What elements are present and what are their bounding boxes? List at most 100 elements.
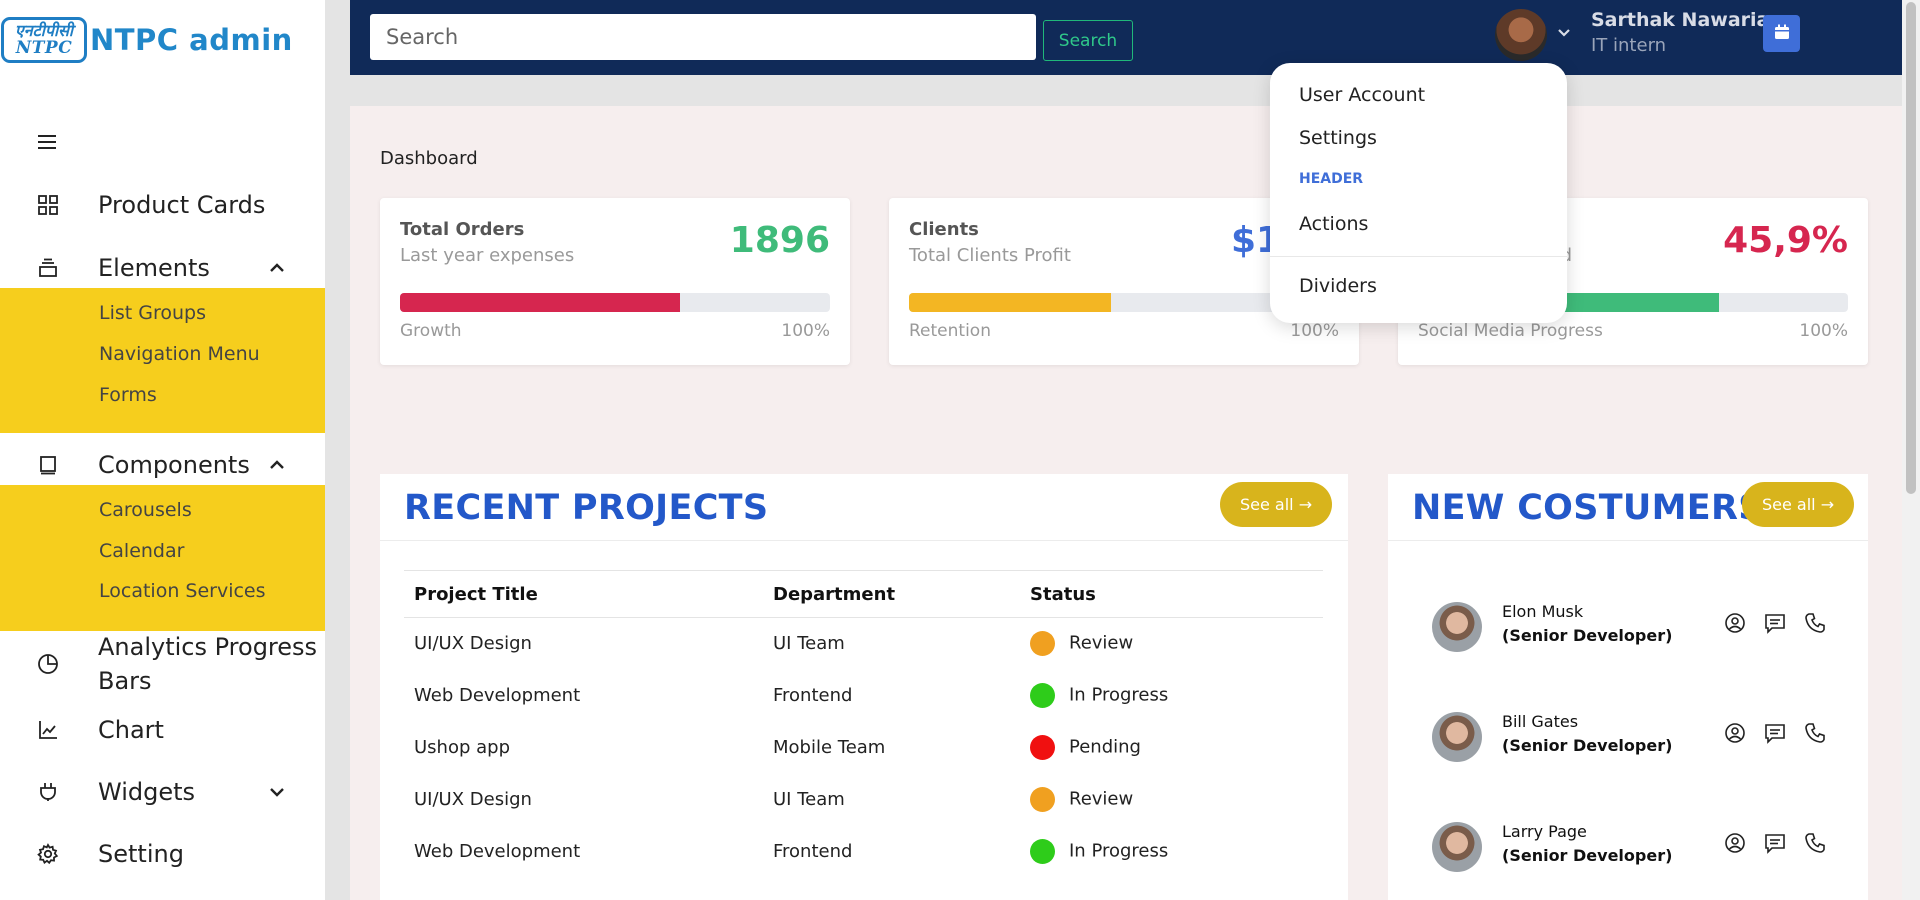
table-row[interactable]: Ushop app Mobile Team Pending [404,722,1323,774]
project-status: Review [1020,618,1323,670]
message-icon[interactable] [1764,612,1788,636]
progress-label: Growth [400,321,462,341]
sidebar-item-label: Chart [98,716,164,744]
sidebar-item-widgets[interactable]: Widgets [0,774,325,810]
stat-subtitle: Last year expenses [400,245,575,266]
submenu-item-navigation-menu[interactable]: Navigation Menu [99,343,260,365]
submenu-item-location-services[interactable]: Location Services [99,580,266,602]
brand[interactable]: एनटीपीसी NTPC NTPC admin [1,17,293,63]
avatar[interactable] [1495,9,1547,61]
sidebar-item-label: Elements [98,254,210,282]
project-status: In Progress [1020,826,1323,878]
stat-value: 1896 [729,220,830,261]
top-header: Search Sarthak Nawaria IT intern [350,0,1902,75]
sidebar-item-analytics-progress-bars[interactable]: Analytics Progress Bars [0,630,325,698]
plug-icon [35,779,61,805]
user-circle-icon[interactable] [1724,722,1748,746]
book-icon [35,452,61,478]
ntpc-logo: एनटीपीसी NTPC [1,17,87,63]
project-status: In Progress [1020,670,1323,722]
sidebar-item-elements[interactable]: Elements [0,250,325,286]
page-scrollbar[interactable] [1902,0,1920,900]
stat-title: Clients [909,219,979,240]
column-header: Status [1020,570,1323,618]
stat-subtitle: Total Clients Profit [909,245,1071,266]
status-label: In Progress [1069,840,1169,862]
sidebar-item-label: Widgets [98,778,196,806]
chevron-down-icon[interactable] [1556,24,1572,40]
submenu-item-list-groups[interactable]: List Groups [99,302,206,324]
project-department: Mobile Team [773,737,886,758]
menu-item-settings[interactable]: Settings [1299,127,1377,149]
submenu-item-carousels[interactable]: Carousels [99,499,192,521]
see-all-projects-button[interactable]: See all → [1220,482,1333,527]
progress-max: 100% [1799,321,1848,341]
new-customers-panel: NEW COSTUMERS See all → Elon Musk (Senio… [1388,474,1868,900]
table-row[interactable]: UI/UX Design UI Team Review [404,774,1323,826]
submenu-item-calendar[interactable]: Calendar [99,540,184,562]
customer-item: Bill Gates (Senior Developer) [1432,702,1852,762]
progress-max: 100% [781,321,830,341]
project-status: Review [1020,774,1323,826]
chevron-up-icon [266,257,288,279]
project-title: Web Development [414,841,581,862]
phone-icon[interactable] [1804,722,1828,746]
status-dot [1030,735,1055,760]
see-all-customers-button[interactable]: See all → [1742,482,1855,527]
chevron-down-icon [266,781,288,803]
customer-item: Larry Page (Senior Developer) [1432,812,1852,872]
status-dot [1030,839,1055,864]
menu-item-dividers[interactable]: Dividers [1299,275,1377,297]
status-label: Review [1069,788,1134,810]
divider [1388,540,1868,541]
status-label: In Progress [1069,684,1169,706]
progress-fill [400,293,680,312]
user-circle-icon[interactable] [1724,832,1748,856]
user-role: IT intern [1591,35,1667,56]
progress-label: Retention [909,321,991,341]
sidebar-item-label: Analytics Progress Bars [98,633,318,695]
sidebar-item-label: Components [98,451,250,479]
status-label: Pending [1069,736,1141,758]
status-dot [1030,683,1055,708]
sidebar-item-product-cards[interactable]: Product Cards [0,187,325,223]
user-circle-icon[interactable] [1724,612,1748,636]
menu-item-actions[interactable]: Actions [1299,213,1368,235]
layers-icon [35,255,61,281]
stat-value: 45,9% [1723,220,1848,261]
search-input[interactable] [370,14,1036,60]
hamburger-icon[interactable] [38,132,56,153]
table-row[interactable]: Web Development Frontend In Progress [404,670,1323,722]
scrollbar-thumb[interactable] [1906,2,1916,494]
status-dot [1030,787,1055,812]
phone-icon[interactable] [1804,832,1828,856]
menu-divider [1270,256,1567,257]
customer-item: Elon Musk (Senior Developer) [1432,592,1852,652]
table-header-row: Project Title Department Status [404,570,1323,618]
submenu-item-forms[interactable]: Forms [99,384,157,406]
calendar-button[interactable] [1763,15,1800,52]
sidebar-item-setting[interactable]: Setting [0,836,325,872]
table-row[interactable]: UI/UX Design UI Team Review [404,618,1323,670]
menu-item-user-account[interactable]: User Account [1299,84,1425,106]
gear-icon [35,841,61,867]
components-submenu: Carousels Calendar Location Services [0,485,325,631]
message-icon[interactable] [1764,832,1788,856]
sidebar: एनटीपीसी NTPC NTPC admin Product Cards E… [0,0,325,900]
main-content: Dashboard Total Orders Last year expense… [350,106,1902,900]
sidebar-item-chart[interactable]: Chart [0,712,325,748]
phone-icon[interactable] [1804,612,1828,636]
search-button[interactable]: Search [1043,20,1133,61]
status-dot [1030,631,1055,657]
avatar [1432,602,1482,652]
line-chart-icon [35,717,61,743]
message-icon[interactable] [1764,722,1788,746]
menu-header: HEADER [1299,171,1364,187]
customer-role: (Senior Developer) [1502,626,1673,645]
user-name: Sarthak Nawaria [1591,9,1770,31]
sidebar-item-components[interactable]: Components [0,447,325,483]
stat-title: Total Orders [400,219,525,240]
logo-line2: NTPC [15,38,73,58]
table-row[interactable]: Web Development Frontend In Progress [404,826,1323,878]
brand-name: NTPC admin [90,23,293,57]
